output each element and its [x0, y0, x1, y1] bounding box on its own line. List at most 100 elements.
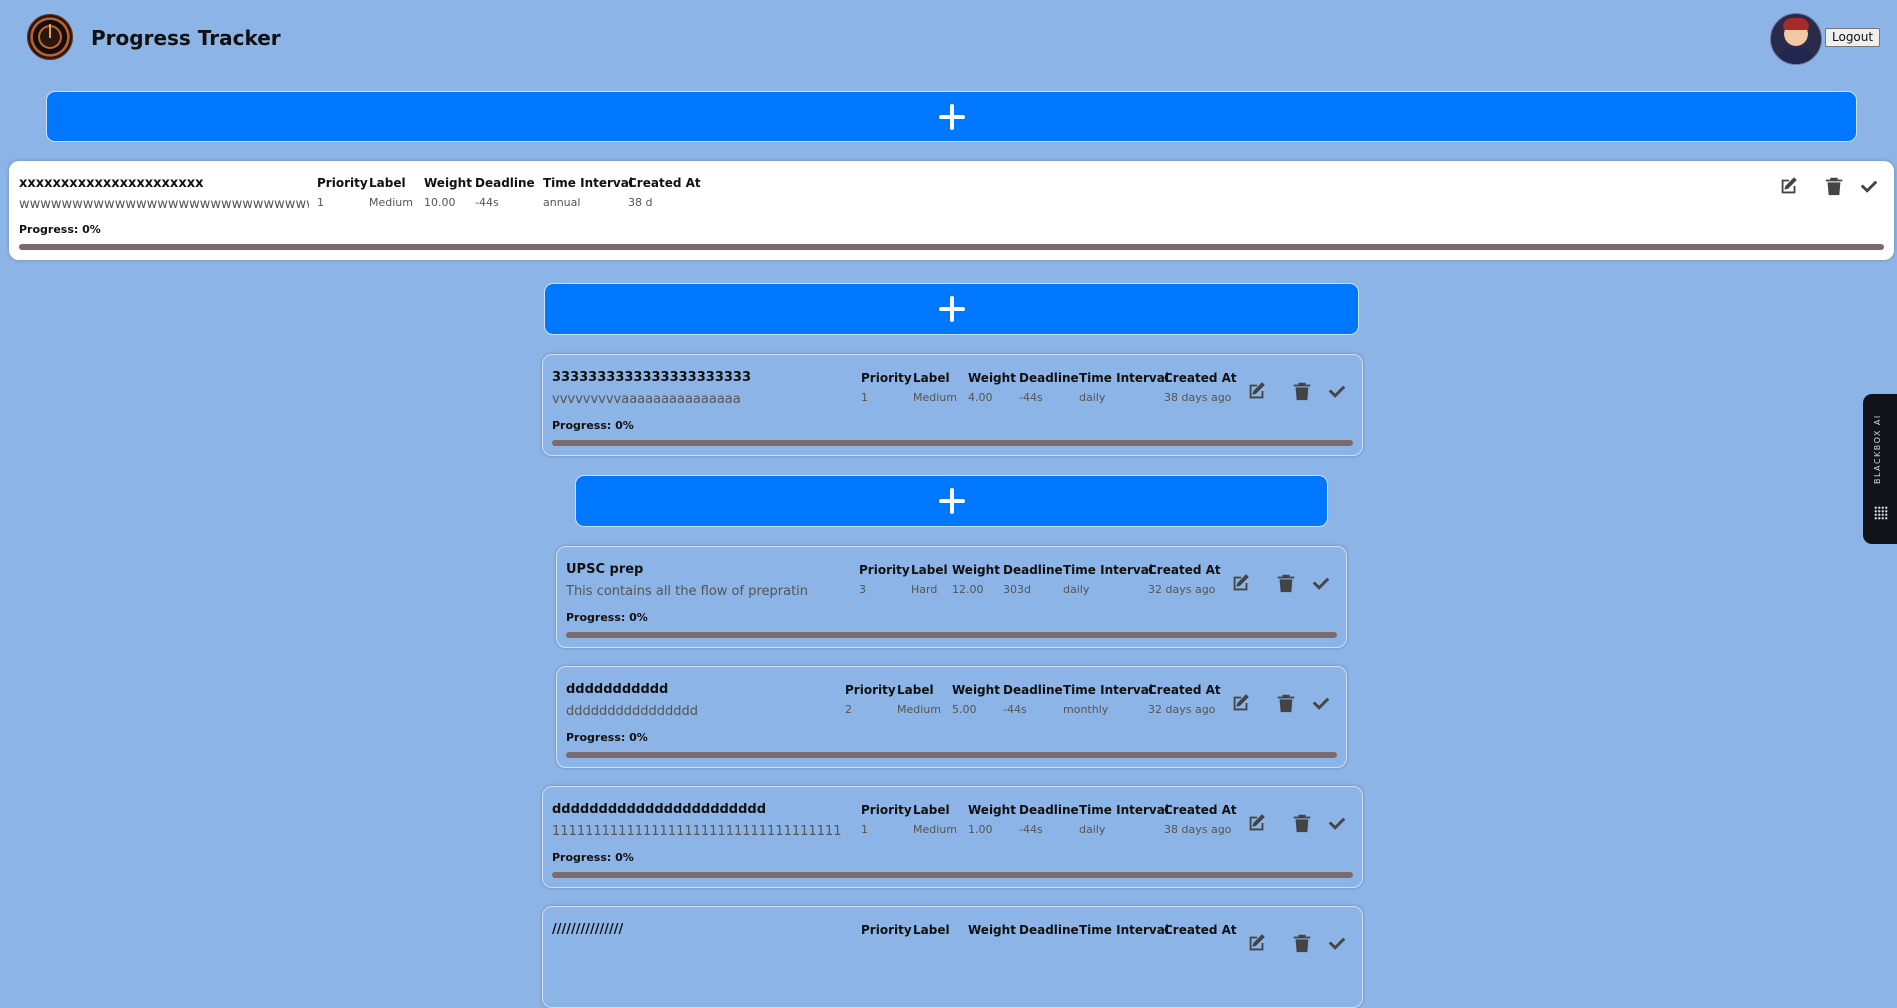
- progress-bar: [566, 752, 1337, 758]
- weight-column: Weight 1.00: [968, 803, 1016, 836]
- deadline-value: 303d: [1003, 583, 1031, 596]
- interval-column: Time Interval monthly: [1063, 683, 1153, 716]
- interval-column: Time Interval: [1079, 923, 1169, 937]
- created-column: Created At 32 days ago: [1148, 563, 1221, 596]
- created-column: Created At 38 days ago: [1164, 803, 1237, 836]
- check-icon[interactable]: [1310, 692, 1332, 714]
- deadline-column: Deadline -44s: [1019, 371, 1079, 404]
- blackbox-ai-label: BLACKBOX AI: [1873, 414, 1882, 484]
- plus-icon: [938, 488, 965, 514]
- label-column: Label Medium: [913, 803, 957, 836]
- progress-label: Progress: 0%: [552, 851, 634, 864]
- task-card[interactable]: 3333333333333333333333 vvvvvvvvvaaaaaaaa…: [542, 354, 1363, 456]
- created-value: 38 days ago: [1164, 391, 1232, 404]
- plus-icon: [938, 296, 965, 322]
- check-icon[interactable]: [1310, 572, 1332, 594]
- check-icon[interactable]: [1858, 175, 1880, 197]
- task-title: ddddddddddd: [566, 682, 669, 697]
- task-description: wwwwwwwwwwwwwwwwwwwwwwwwwwwwwww: [19, 197, 309, 212]
- task-title: ddddddddddddddddddddddd: [552, 802, 767, 817]
- label-value: Hard: [911, 583, 938, 596]
- task-meta: Priority 1 Label Medium Weight 1.00 Deadlin…: [861, 803, 1281, 843]
- task-title: 3333333333333333333333: [552, 370, 751, 385]
- label-column: Label Medium: [369, 176, 413, 209]
- label-column: Label Medium: [897, 683, 941, 716]
- deadline-value: -44s: [1019, 391, 1043, 404]
- task-meta: Priority 2 Label Medium Weight 5.00 Deadlin…: [845, 683, 1265, 723]
- blackbox-ai-widget[interactable]: BLACKBOX AI: [1863, 394, 1897, 544]
- trash-icon[interactable]: [1291, 812, 1313, 834]
- progress-bar: [566, 632, 1337, 638]
- weight-column: Weight 12.00: [952, 563, 1000, 596]
- label-column: Label: [913, 923, 950, 937]
- created-value: 32 days ago: [1148, 583, 1216, 596]
- label-value: Medium: [913, 823, 957, 836]
- deadline-value: -44s: [1003, 703, 1027, 716]
- deadline-column: Deadline: [1019, 923, 1079, 937]
- task-meta: Priority 1 Label Medium Weight 10.00 Deadli…: [317, 176, 737, 216]
- trash-icon[interactable]: [1275, 572, 1297, 594]
- task-title: ///////////////: [552, 922, 624, 937]
- created-column: Created At: [1164, 923, 1237, 937]
- edit-icon[interactable]: [1246, 380, 1268, 402]
- task-description: 1111111111111111111111111111111111111: [552, 824, 842, 839]
- task-title: xxxxxxxxxxxxxxxxxxxxxx: [19, 176, 204, 191]
- created-value: 38 d: [628, 196, 653, 209]
- task-card[interactable]: ddddddddddd dddddddddddddddd Priority 2 L…: [556, 666, 1347, 768]
- weight-column: Weight 10.00: [424, 176, 472, 209]
- user-avatar[interactable]: [1770, 13, 1822, 65]
- add-task-button[interactable]: [575, 475, 1328, 527]
- trash-icon[interactable]: [1823, 175, 1845, 197]
- priority-column: Priority 1: [317, 176, 368, 209]
- task-card[interactable]: xxxxxxxxxxxxxxxxxxxxxx wwwwwwwwwwwwwwwww…: [9, 161, 1894, 260]
- interval-column: Time Interval annual: [543, 176, 633, 209]
- weight-value: 10.00: [424, 196, 456, 209]
- trash-icon[interactable]: [1291, 932, 1313, 954]
- deadline-column: Deadline -44s: [1019, 803, 1079, 836]
- check-icon[interactable]: [1326, 932, 1348, 954]
- priority-value: 1: [861, 823, 868, 836]
- label-value: Medium: [897, 703, 941, 716]
- created-column: Created At 38 d: [628, 176, 701, 209]
- priority-value: 3: [859, 583, 866, 596]
- app-title: Progress Tracker: [91, 26, 281, 50]
- priority-column: Priority 2: [845, 683, 896, 716]
- edit-icon[interactable]: [1246, 932, 1268, 954]
- blackbox-logo-icon: [1874, 506, 1888, 520]
- interval-value: daily: [1079, 823, 1106, 836]
- priority-column: Priority 1: [861, 371, 912, 404]
- interval-value: monthly: [1063, 703, 1109, 716]
- add-task-button[interactable]: [46, 91, 1857, 142]
- priority-column: Priority: [861, 923, 912, 937]
- progress-bar: [552, 440, 1353, 446]
- edit-icon[interactable]: [1246, 812, 1268, 834]
- trash-icon[interactable]: [1291, 380, 1313, 402]
- weight-column: Weight 5.00: [952, 683, 1000, 716]
- check-icon[interactable]: [1326, 380, 1348, 402]
- task-description: This contains all the flow of prepratin: [566, 584, 809, 599]
- add-task-button[interactable]: [544, 283, 1359, 335]
- task-card[interactable]: /////////////// Priority Label Weight De…: [542, 906, 1363, 1008]
- edit-icon[interactable]: [1230, 572, 1252, 594]
- interval-value: annual: [543, 196, 581, 209]
- task-description: dddddddddddddddd: [566, 704, 699, 719]
- edit-icon[interactable]: [1230, 692, 1252, 714]
- weight-column: Weight 4.00: [968, 371, 1016, 404]
- task-card[interactable]: UPSC prep This contains all the flow of …: [556, 546, 1347, 648]
- trash-icon[interactable]: [1275, 692, 1297, 714]
- task-card[interactable]: ddddddddddddddddddddddd 1111111111111111…: [542, 786, 1363, 888]
- progress-bar: [19, 244, 1884, 250]
- edit-icon[interactable]: [1778, 175, 1800, 197]
- logout-button[interactable]: Logout: [1825, 28, 1881, 47]
- priority-column: Priority 1: [861, 803, 912, 836]
- interval-value: daily: [1063, 583, 1090, 596]
- app-logo: [27, 14, 73, 60]
- task-meta: Priority 1 Label Medium Weight 4.00 Deadlin…: [861, 371, 1281, 411]
- priority-value: 2: [845, 703, 852, 716]
- deadline-column: Deadline -44s: [475, 176, 535, 209]
- label-value: Medium: [913, 391, 957, 404]
- app-header: Progress Tracker Logout: [0, 0, 1897, 80]
- interval-column: Time Interval daily: [1079, 803, 1169, 836]
- deadline-column: Deadline 303d: [1003, 563, 1063, 596]
- check-icon[interactable]: [1326, 812, 1348, 834]
